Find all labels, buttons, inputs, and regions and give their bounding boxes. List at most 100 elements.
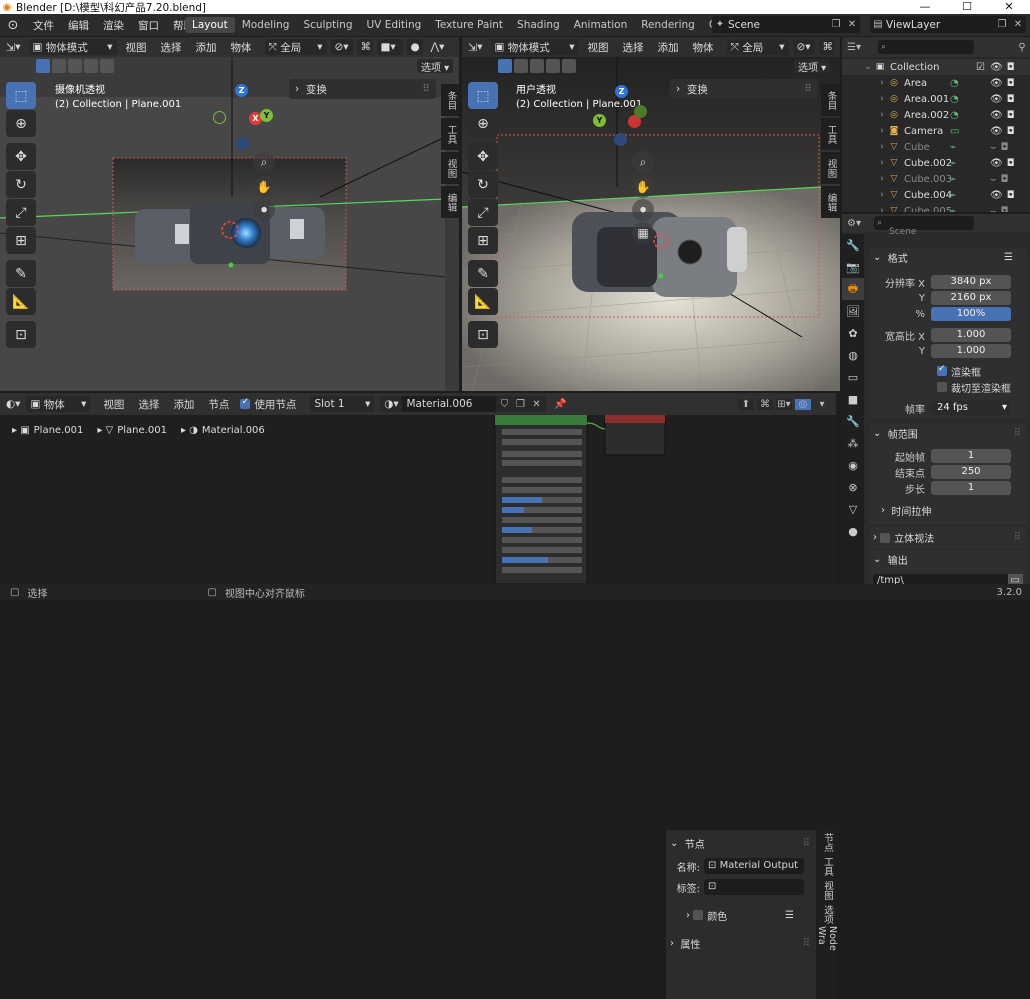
render-camera-icon[interactable]: ◘ (1001, 142, 1009, 153)
expand-icon[interactable]: › (876, 94, 888, 104)
expand-icon[interactable]: ⌄ (862, 62, 874, 72)
scene-tab-icon[interactable]: ✿ (842, 322, 864, 344)
node-menu-1[interactable]: 选择 (131, 397, 166, 412)
menu-item-1[interactable]: 编辑 (61, 20, 96, 32)
unlink-material-icon[interactable]: ✕ (528, 399, 544, 410)
select-box-tool-2[interactable]: ⬚ (468, 82, 498, 109)
options-dropdown[interactable]: 选项 ▾ (417, 59, 454, 74)
node-menu-0[interactable]: 视图 (96, 397, 131, 412)
physics-tab-icon[interactable]: ◉ (842, 454, 864, 476)
viewlayer-tab-icon[interactable]: 🖼 (842, 300, 864, 322)
material-sphere-icon[interactable]: ◑▾ (380, 398, 402, 410)
constraints-tab-icon[interactable]: ⊗ (842, 476, 864, 498)
folder-icon[interactable]: ▭ (1007, 574, 1023, 584)
cursor-tool[interactable]: ⊕ (6, 110, 36, 137)
vpr-menu-2[interactable]: 添加 (651, 40, 686, 55)
viewport-user[interactable]: ⇲ ▾ ▣ 物体模式 ▾ 视图 选择 添加 物体 ⤧ 全局 ▾ ⊘▾ ⌘ 选项 ▾ ⬚ ⊕ ✥… (462, 37, 840, 391)
time-stretch-subpanel[interactable]: › 时间拉伸 (869, 502, 1027, 518)
outliner-item-cube-002[interactable]: › ▽ Cube.002 ⌁ 👁 ◘ (842, 155, 1030, 171)
menu-item-3[interactable]: 窗口 (131, 20, 166, 32)
annotate-tool[interactable]: ✎ (6, 260, 36, 287)
material-tab-icon[interactable]: ● (842, 520, 864, 542)
gizmo-neg-y-icon-2[interactable] (634, 105, 647, 118)
editor-type-button-2[interactable]: ⇲ ▾ (464, 39, 487, 55)
render-tab-icon[interactable]: 📷 (842, 256, 864, 278)
scene-selector[interactable]: ✦ Scene ❐ ✕ (712, 16, 860, 33)
render-camera-icon[interactable]: ◘ (1001, 206, 1009, 213)
overlays-dropdown-icon[interactable]: ▾ (814, 399, 830, 410)
rotate-tool[interactable]: ↻ (6, 171, 36, 198)
mesh-data-icon[interactable]: ⌁ (950, 174, 956, 185)
vpr-side-tab-0[interactable]: 条目 (821, 84, 840, 116)
gizmo-z-icon-2[interactable]: Z (615, 85, 628, 98)
scale-tool[interactable]: ⤢ (6, 199, 36, 226)
resolution-y-field[interactable]: 2160 px (931, 291, 1011, 305)
outliner-item-area-001[interactable]: › ◎ Area.001 ◔ 👁 ◘ (842, 91, 1030, 107)
new-scene-icon[interactable]: ❐ (828, 19, 844, 30)
pan-hand-icon[interactable]: ✋ (253, 176, 275, 198)
scale-tool-2[interactable]: ⤢ (468, 199, 498, 226)
pin-icon[interactable]: 📌 (552, 399, 568, 410)
vpl-menu-0[interactable]: 视图 (119, 40, 154, 55)
mesh-data-icon[interactable]: ⌁ (950, 142, 956, 153)
cursor-tool-2[interactable]: ⊕ (468, 110, 498, 137)
menu-item-0[interactable]: 文件 (26, 20, 61, 32)
render-camera-icon[interactable]: ◘ (1007, 158, 1015, 169)
node-panel-header[interactable]: ⌄ 节点 ⠿ (666, 834, 816, 853)
vpr-menu-0[interactable]: 视图 (581, 40, 616, 55)
vpr-side-tab-1[interactable]: 工具 (821, 118, 840, 150)
node-side-tab-4[interactable]: Node Wra (816, 926, 838, 951)
falloff-curve-dropdown[interactable]: ⋀▾ (427, 39, 449, 55)
gizmo-y-icon[interactable]: Y (260, 109, 273, 122)
blender-menu-icon[interactable]: ⊙ (0, 18, 26, 33)
vpl-menu-1[interactable]: 选择 (154, 40, 189, 55)
resolution-percent-field[interactable]: 100% (931, 307, 1011, 321)
frame-range-header[interactable]: ⌄ 帧范围 ⠿ (869, 424, 1027, 443)
tab-modeling[interactable]: Modeling (235, 17, 297, 33)
visibility-eye-icon[interactable]: ⌣ (990, 206, 997, 213)
measure-tool-2[interactable]: 📐 (468, 288, 498, 315)
output-path-field[interactable]: /tmp\ ▭ (873, 574, 1023, 584)
node-editor-type-button[interactable]: ◐▾ (0, 398, 26, 410)
transform-tool[interactable]: ⊞ (6, 227, 36, 254)
move-tool[interactable]: ✥ (6, 143, 36, 170)
format-panel-header[interactable]: ⌄ 格式 ☰ (869, 248, 1027, 267)
node-side-tab-0[interactable]: 节点 (818, 830, 836, 854)
transform-panel-header[interactable]: › 变换 ⠿ (289, 79, 436, 99)
close-button[interactable]: ✕ (988, 0, 1030, 14)
vpr-side-tab-3[interactable]: 编辑 (821, 186, 840, 218)
tab-layout[interactable]: Layout (185, 17, 235, 33)
pivot-dropdown[interactable]: ⊘▾ (330, 39, 353, 55)
node-side-tab-3[interactable]: 选项 (818, 902, 836, 926)
visibility-eye-icon[interactable]: 👁 (990, 78, 1003, 89)
zoom-icon[interactable]: ⌕ (253, 151, 275, 173)
modifier-tab-icon[interactable]: 🔧 (842, 410, 864, 432)
light-data-icon[interactable]: ◔ (950, 78, 959, 89)
expand-icon[interactable]: › (876, 126, 888, 136)
select-extend-icon-2[interactable] (514, 59, 528, 73)
zoom-icon-2[interactable]: ⌕ (632, 151, 654, 173)
expand-icon[interactable]: › (876, 110, 888, 120)
falloff-icon[interactable]: ● (406, 39, 423, 55)
select-new-icon[interactable] (36, 59, 50, 73)
expand-icon[interactable]: › (876, 206, 888, 212)
render-camera-icon[interactable]: ◘ (1007, 110, 1015, 121)
render-camera-icon[interactable]: ◘ (1007, 62, 1015, 73)
render-region-checkbox[interactable]: 渲染框 (869, 363, 1027, 379)
frame-end-field[interactable]: 250 (931, 465, 1011, 479)
mesh-data-icon[interactable]: ⌁ (950, 206, 956, 213)
frame-start-field[interactable]: 1 (931, 449, 1011, 463)
snap-target-icon[interactable]: ⊞▾ (776, 398, 792, 410)
viewlayer-selector[interactable]: ▤ ViewLayer ❐ ✕ (870, 16, 1026, 33)
visibility-eye-icon[interactable]: 👁 (990, 126, 1003, 137)
outliner-search-input[interactable]: ⌕ (878, 40, 974, 54)
output-tab-icon[interactable]: 🖶 (842, 278, 864, 300)
crop-checkbox[interactable]: 裁切至渲染框 (869, 379, 1027, 395)
editor-type-button[interactable]: ⇲ ▾ (2, 39, 25, 55)
add-cube-tool-2[interactable]: ⊡ (468, 321, 498, 348)
duplicate-material-icon[interactable]: ❐ (512, 399, 528, 410)
overlays-icon[interactable]: ◎ (795, 398, 811, 410)
transform-orientation-dropdown[interactable]: ⤧ 全局 ▾ (264, 39, 327, 55)
snap-icon[interactable]: ⌘ (356, 39, 373, 55)
select-new-icon-2[interactable] (498, 59, 512, 73)
